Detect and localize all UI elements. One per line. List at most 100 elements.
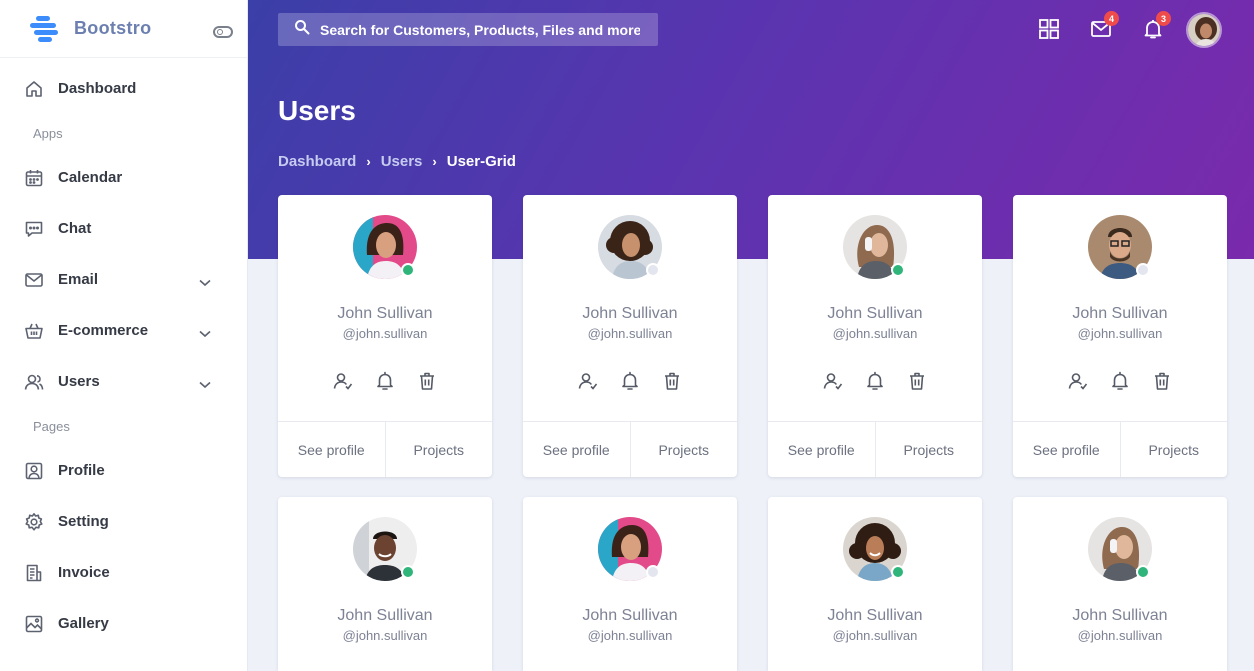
sidebar-item-email[interactable]: Email xyxy=(0,254,247,305)
sidebar-item-gallery[interactable]: Gallery xyxy=(0,598,247,649)
calendar-icon xyxy=(24,168,44,188)
user-name[interactable]: John Sullivan xyxy=(1013,607,1227,625)
bell-icon[interactable] xyxy=(1110,371,1130,391)
user-card: John Sullivan @john.sullivan See profile… xyxy=(1013,195,1227,477)
sidebar-item-dashboard[interactable]: Dashboard xyxy=(0,63,247,114)
sidebar-item-label: Email xyxy=(58,271,99,288)
trash-icon[interactable] xyxy=(1152,371,1172,391)
apps-grid-icon[interactable] xyxy=(1038,18,1060,40)
bell-icon[interactable] xyxy=(865,371,885,391)
card-actions xyxy=(278,371,492,391)
user-handle: @john.sullivan xyxy=(342,628,428,643)
sidebar-item-setting[interactable]: Setting xyxy=(0,496,247,547)
sidebar-nav: Dashboard Apps Calendar Chat Email E-com… xyxy=(0,63,247,649)
trash-icon[interactable] xyxy=(907,371,927,391)
brand-logo-icon xyxy=(28,14,62,44)
user-check-icon[interactable] xyxy=(578,371,598,391)
chevron-right-icon: › xyxy=(366,154,371,169)
user-handle: @john.sullivan xyxy=(587,326,673,341)
chevron-down-icon[interactable] xyxy=(199,325,211,343)
sidebar-item-profile[interactable]: Profile xyxy=(0,445,247,496)
sidebar-item-users[interactable]: Users xyxy=(0,356,247,407)
bell-icon[interactable] xyxy=(375,371,395,391)
see-profile-button[interactable]: See profile xyxy=(278,422,386,477)
user-check-icon[interactable] xyxy=(1068,371,1088,391)
user-card: John Sullivan @john.sullivan xyxy=(768,497,982,671)
mail-count-badge: 4 xyxy=(1104,11,1119,26)
chevron-down-icon[interactable] xyxy=(199,274,211,292)
home-icon xyxy=(24,79,44,99)
status-dot-offline xyxy=(646,565,660,579)
sidebar-item-invoice[interactable]: Invoice xyxy=(0,547,247,598)
sidebar-item-ecommerce[interactable]: E-commerce xyxy=(0,305,247,356)
gear-icon xyxy=(24,512,44,532)
see-profile-button[interactable]: See profile xyxy=(1013,422,1121,477)
sidebar-item-label: Gallery xyxy=(58,615,109,632)
bell-icon[interactable] xyxy=(620,371,640,391)
user-handle: @john.sullivan xyxy=(832,628,918,643)
card-footer: See profile Projects xyxy=(523,421,737,477)
sidebar-item-label: Invoice xyxy=(58,564,110,581)
invoice-icon xyxy=(24,563,44,583)
section-label-apps: Apps xyxy=(33,125,63,141)
mail-icon xyxy=(24,270,44,290)
notification-count-badge: 3 xyxy=(1156,11,1171,26)
breadcrumb-link-users[interactable]: Users xyxy=(381,153,423,170)
search-input[interactable] xyxy=(320,21,640,38)
card-actions xyxy=(768,371,982,391)
see-profile-button[interactable]: See profile xyxy=(768,422,876,477)
status-dot-online xyxy=(1136,565,1150,579)
user-card: John Sullivan @john.sullivan xyxy=(1013,497,1227,671)
user-card: John Sullivan @john.sullivan See profile… xyxy=(278,195,492,477)
breadcrumb: Dashboard › Users › User-Grid xyxy=(278,153,516,170)
section-label-pages: Pages xyxy=(33,418,70,434)
sidebar: Bootstro Dashboard Apps Calendar Chat Em… xyxy=(0,0,248,671)
sidebar-toggle-icon[interactable] xyxy=(213,26,233,38)
page-title: Users xyxy=(278,95,356,126)
user-name[interactable]: John Sullivan xyxy=(523,607,737,625)
user-check-icon[interactable] xyxy=(823,371,843,391)
card-actions xyxy=(1013,371,1227,391)
projects-button[interactable]: Projects xyxy=(386,422,493,477)
projects-button[interactable]: Projects xyxy=(876,422,983,477)
sidebar-item-chat[interactable]: Chat xyxy=(0,203,247,254)
users-icon xyxy=(24,372,44,392)
status-dot-online xyxy=(891,263,905,277)
card-footer: See profile Projects xyxy=(1013,421,1227,477)
gallery-icon xyxy=(24,614,44,634)
trash-icon[interactable] xyxy=(662,371,682,391)
user-check-icon[interactable] xyxy=(333,371,353,391)
see-profile-button[interactable]: See profile xyxy=(523,422,631,477)
breadcrumb-link-dashboard[interactable]: Dashboard xyxy=(278,153,356,170)
trash-icon[interactable] xyxy=(417,371,437,391)
basket-icon xyxy=(24,321,44,341)
user-card: John Sullivan @john.sullivan See profile… xyxy=(768,195,982,477)
user-name[interactable]: John Sullivan xyxy=(278,305,492,323)
bell-icon[interactable]: 3 xyxy=(1142,11,1171,40)
user-avatar[interactable] xyxy=(1186,12,1222,48)
brand[interactable]: Bootstro xyxy=(0,0,247,58)
status-dot-online xyxy=(401,565,415,579)
user-name[interactable]: John Sullivan xyxy=(1013,305,1227,323)
user-card: John Sullivan @john.sullivan xyxy=(523,497,737,671)
search-bar[interactable] xyxy=(278,13,658,46)
user-name[interactable]: John Sullivan xyxy=(278,607,492,625)
status-dot-online xyxy=(891,565,905,579)
sidebar-item-calendar[interactable]: Calendar xyxy=(0,152,247,203)
sidebar-item-label: Calendar xyxy=(58,169,123,186)
sidebar-item-label: Users xyxy=(58,373,100,390)
user-name[interactable]: John Sullivan xyxy=(768,607,982,625)
search-icon xyxy=(294,19,310,40)
status-dot-offline xyxy=(1136,263,1150,277)
user-card: John Sullivan @john.sullivan See profile… xyxy=(523,195,737,477)
chevron-right-icon: › xyxy=(432,154,437,169)
mail-icon[interactable]: 4 xyxy=(1090,11,1119,40)
chevron-down-icon[interactable] xyxy=(199,376,211,394)
user-name[interactable]: John Sullivan xyxy=(768,305,982,323)
user-handle: @john.sullivan xyxy=(342,326,428,341)
card-footer: See profile Projects xyxy=(278,421,492,477)
projects-button[interactable]: Projects xyxy=(631,422,738,477)
user-handle: @john.sullivan xyxy=(587,628,673,643)
projects-button[interactable]: Projects xyxy=(1121,422,1228,477)
user-name[interactable]: John Sullivan xyxy=(523,305,737,323)
